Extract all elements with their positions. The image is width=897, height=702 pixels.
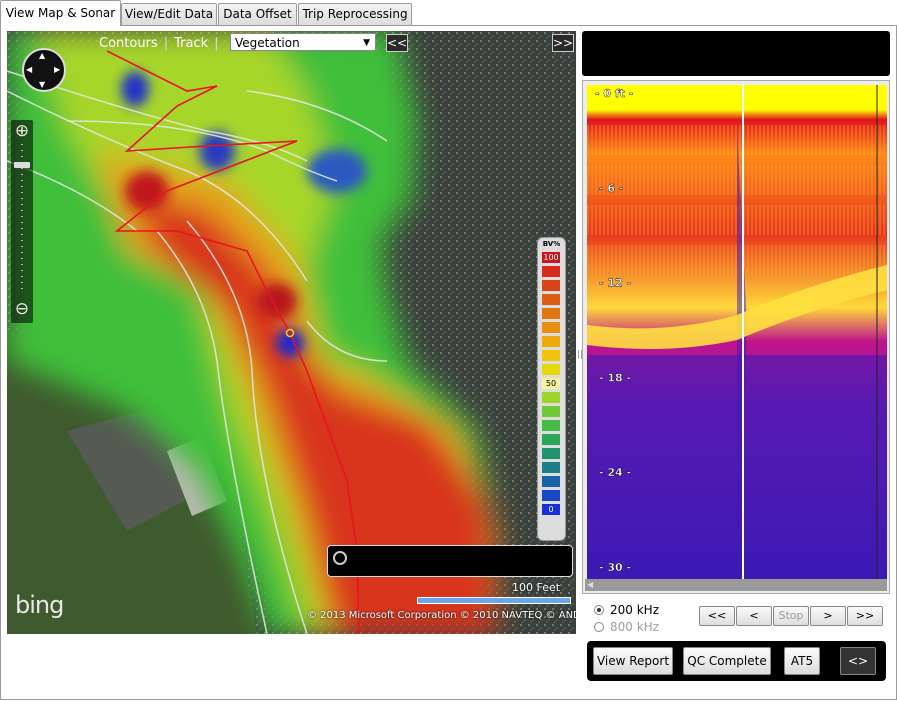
- bing-logo: bing: [15, 591, 64, 619]
- toggle-layout-icon[interactable]: <>: [840, 647, 876, 675]
- tab-view-map-sonar[interactable]: View Map & Sonar: [0, 0, 121, 26]
- legend-swatch: [542, 322, 560, 333]
- search-magnifier-icon[interactable]: [333, 551, 347, 565]
- depth-label: - 24 -: [599, 466, 631, 479]
- at5-button[interactable]: AT5: [784, 647, 820, 675]
- layer-select[interactable]: Vegetation ▼: [230, 33, 376, 51]
- pan-navigation-icon[interactable]: ▲ ▼ ◀ ▶: [22, 48, 66, 92]
- tab-bar: View Map & Sonar View/Edit Data Data Off…: [0, 0, 897, 26]
- sonar-header: [582, 31, 890, 76]
- legend-title: BV%: [542, 240, 561, 248]
- playback-next-button[interactable]: >: [810, 606, 846, 626]
- tab-data-offset[interactable]: Data Offset: [218, 3, 297, 25]
- legend-swatch: 50: [542, 378, 560, 389]
- legend-swatch: [542, 350, 560, 361]
- legend-swatch: [542, 364, 560, 375]
- map-copyright: © 2013 Microsoft Corporation © 2010 NAVT…: [307, 610, 576, 621]
- radio-dot: [594, 622, 604, 632]
- bv-legend: BV% 100 50 0: [537, 237, 566, 541]
- map-canvas: [7, 31, 576, 634]
- legend-swatch: [542, 336, 560, 347]
- contours-toggle[interactable]: Contours: [93, 36, 164, 51]
- depth-label: - 30 -: [599, 561, 631, 574]
- legend-swatch: [542, 392, 560, 403]
- qc-complete-button[interactable]: QC Complete: [683, 647, 771, 675]
- track-toggle[interactable]: Track: [168, 36, 214, 51]
- legend-swatch: [542, 294, 560, 305]
- zoom-in-icon[interactable]: ⊕: [13, 122, 31, 140]
- sonar-view[interactable]: - 0 ft - - 6 - - 12 - - 18 - - 24 - - 30 - ◀: [582, 80, 890, 594]
- playback-stop-button[interactable]: Stop: [773, 606, 809, 626]
- panel-splitter[interactable]: ||: [577, 350, 583, 360]
- view-report-button[interactable]: View Report: [593, 647, 673, 675]
- chevron-down-icon: ▼: [363, 38, 370, 48]
- playback-first-button[interactable]: <<: [699, 606, 735, 626]
- legend-swatch: [542, 462, 560, 473]
- layer-select-value: Vegetation: [235, 36, 300, 50]
- legend-swatch: [542, 266, 560, 277]
- toolbar-separator: |: [214, 35, 219, 51]
- frequency-200khz-radio[interactable]: 200 kHz: [594, 603, 659, 617]
- zoom-control: ⊕ ⊖: [11, 120, 33, 323]
- tab-view-edit-data[interactable]: View/Edit Data: [121, 3, 217, 25]
- legend-swatch: [542, 406, 560, 417]
- scale-label: 100 Feet: [512, 581, 561, 594]
- playback-last-button[interactable]: >>: [847, 606, 883, 626]
- scroll-left-icon[interactable]: ◀: [587, 579, 593, 591]
- legend-swatch: [542, 420, 560, 431]
- legend-swatch: [542, 476, 560, 487]
- depth-label: - 6 -: [599, 182, 623, 195]
- legend-swatch: [542, 448, 560, 459]
- frequency-800khz-label: 800 kHz: [610, 620, 659, 634]
- depth-label: - 0 ft -: [595, 87, 633, 100]
- legend-swatch: [542, 434, 560, 445]
- frequency-800khz-radio[interactable]: 800 kHz: [594, 620, 659, 634]
- tab-trip-reprocessing[interactable]: Trip Reprocessing: [298, 3, 412, 25]
- action-bar: View Report QC Complete AT5 <>: [587, 641, 886, 681]
- frequency-200khz-label: 200 kHz: [610, 603, 659, 617]
- playback-previous-button[interactable]: <: [736, 606, 772, 626]
- legend-swatch: 0: [542, 504, 560, 515]
- map-view[interactable]: Contours | Track | Vegetation ▼ << >> ▲ …: [7, 31, 576, 634]
- zoom-out-icon[interactable]: ⊖: [13, 300, 31, 318]
- depth-label: - 12 -: [599, 277, 631, 290]
- sonar-controls: 200 kHz 800 kHz << < Stop > >>: [582, 598, 890, 638]
- scale-bar: [417, 597, 571, 604]
- expand-panel-button[interactable]: >>: [552, 34, 574, 52]
- radio-dot: [594, 605, 604, 615]
- zoom-slider-handle[interactable]: [14, 162, 30, 168]
- sonar-image: - 0 ft - - 6 - - 12 - - 18 - - 24 - - 30 -: [587, 85, 887, 579]
- legend-swatch: [542, 490, 560, 501]
- map-search-box[interactable]: [327, 545, 573, 577]
- collapse-toolbar-button[interactable]: <<: [386, 34, 408, 52]
- legend-swatch: [542, 280, 560, 291]
- depth-label: - 18 -: [599, 371, 631, 384]
- sonar-horizontal-scrollbar[interactable]: ◀: [585, 579, 887, 591]
- legend-swatch: 100: [542, 252, 560, 263]
- legend-swatch: [542, 308, 560, 319]
